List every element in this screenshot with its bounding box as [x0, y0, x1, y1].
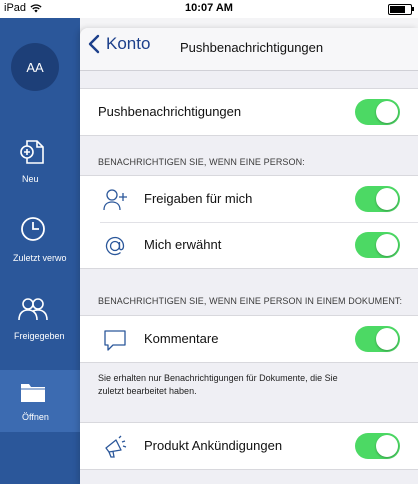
push-notifications-panel: Konto Pushbenachrichtigungen Pushbenachr… — [80, 28, 418, 484]
status-time: 10:07 AM — [185, 2, 233, 14]
megaphone-icon — [105, 435, 127, 458]
product-announcements-label: Produkt Ankündigungen — [144, 438, 283, 453]
sidebar-item-new[interactable]: Neu — [0, 136, 80, 198]
app-sidebar: AA Neu Zuletzt verwo Freigegeben Öffnen — [0, 18, 80, 484]
sidebar-item-shared[interactable]: Freigegeben — [0, 293, 80, 355]
new-document-icon — [20, 140, 44, 164]
comments-label: Kommentare — [144, 331, 219, 346]
footer-note: Sie erhalten nur Benachrichtigungen für … — [98, 373, 338, 396]
section-header: BENACHRICHTIGEN SIE, WENN EINE PERSON: — [98, 157, 305, 167]
announcements-group: Produkt Ankündigungen — [80, 422, 418, 470]
list-item: Mich erwähnt — [80, 222, 418, 268]
main-toggle-group: Pushbenachrichtigungen — [80, 88, 418, 136]
sidebar-item-recent[interactable]: Zuletzt verwo — [0, 215, 80, 277]
list-item: Pushbenachrichtigungen — [80, 89, 418, 135]
people-icon — [18, 298, 48, 321]
sidebar-item-label: Öffnen — [22, 412, 49, 422]
product-announcements-toggle[interactable] — [355, 433, 400, 459]
shared-with-me-toggle[interactable] — [355, 186, 400, 212]
person-notifications-group: Freigaben für mich Mich erwähnt — [80, 175, 418, 269]
push-notifications-label: Pushbenachrichtigungen — [98, 104, 242, 119]
comments-toggle[interactable] — [355, 326, 400, 352]
clock-icon — [21, 217, 45, 241]
folder-icon — [21, 384, 45, 402]
sidebar-item-label: Neu — [22, 174, 39, 184]
list-item: Kommentare — [80, 316, 418, 362]
chevron-left-icon — [88, 34, 100, 54]
at-sign-icon — [105, 236, 125, 256]
battery-icon — [388, 4, 414, 15]
sidebar-item-label: Freigegeben — [14, 331, 65, 341]
sidebar-item-label: Zuletzt verwo — [13, 253, 67, 263]
back-button[interactable]: Konto — [88, 34, 150, 54]
page-title: Pushbenachrichtigungen — [180, 40, 324, 55]
document-notifications-group: Kommentare — [80, 315, 418, 363]
nav-bar: Konto Pushbenachrichtigungen — [80, 28, 418, 71]
mentioned-me-label: Mich erwähnt — [144, 237, 222, 252]
shared-with-me-label: Freigaben für mich — [144, 191, 253, 206]
mentioned-me-toggle[interactable] — [355, 232, 400, 258]
list-item: Produkt Ankündigungen — [80, 423, 418, 469]
back-label: Konto — [106, 34, 151, 53]
push-notifications-toggle[interactable] — [355, 99, 400, 125]
status-bar: iPad 10:07 AM — [0, 0, 418, 18]
avatar[interactable]: AA — [11, 43, 59, 91]
comment-icon — [104, 330, 126, 351]
add-person-icon — [103, 189, 127, 211]
section-header: BENACHRICHTIGEN SIE, WENN EINE PERSON IN… — [98, 296, 403, 306]
sidebar-item-open[interactable]: Öffnen — [0, 370, 80, 432]
avatar-initials: AA — [26, 59, 44, 75]
list-item: Freigaben für mich — [80, 176, 418, 222]
